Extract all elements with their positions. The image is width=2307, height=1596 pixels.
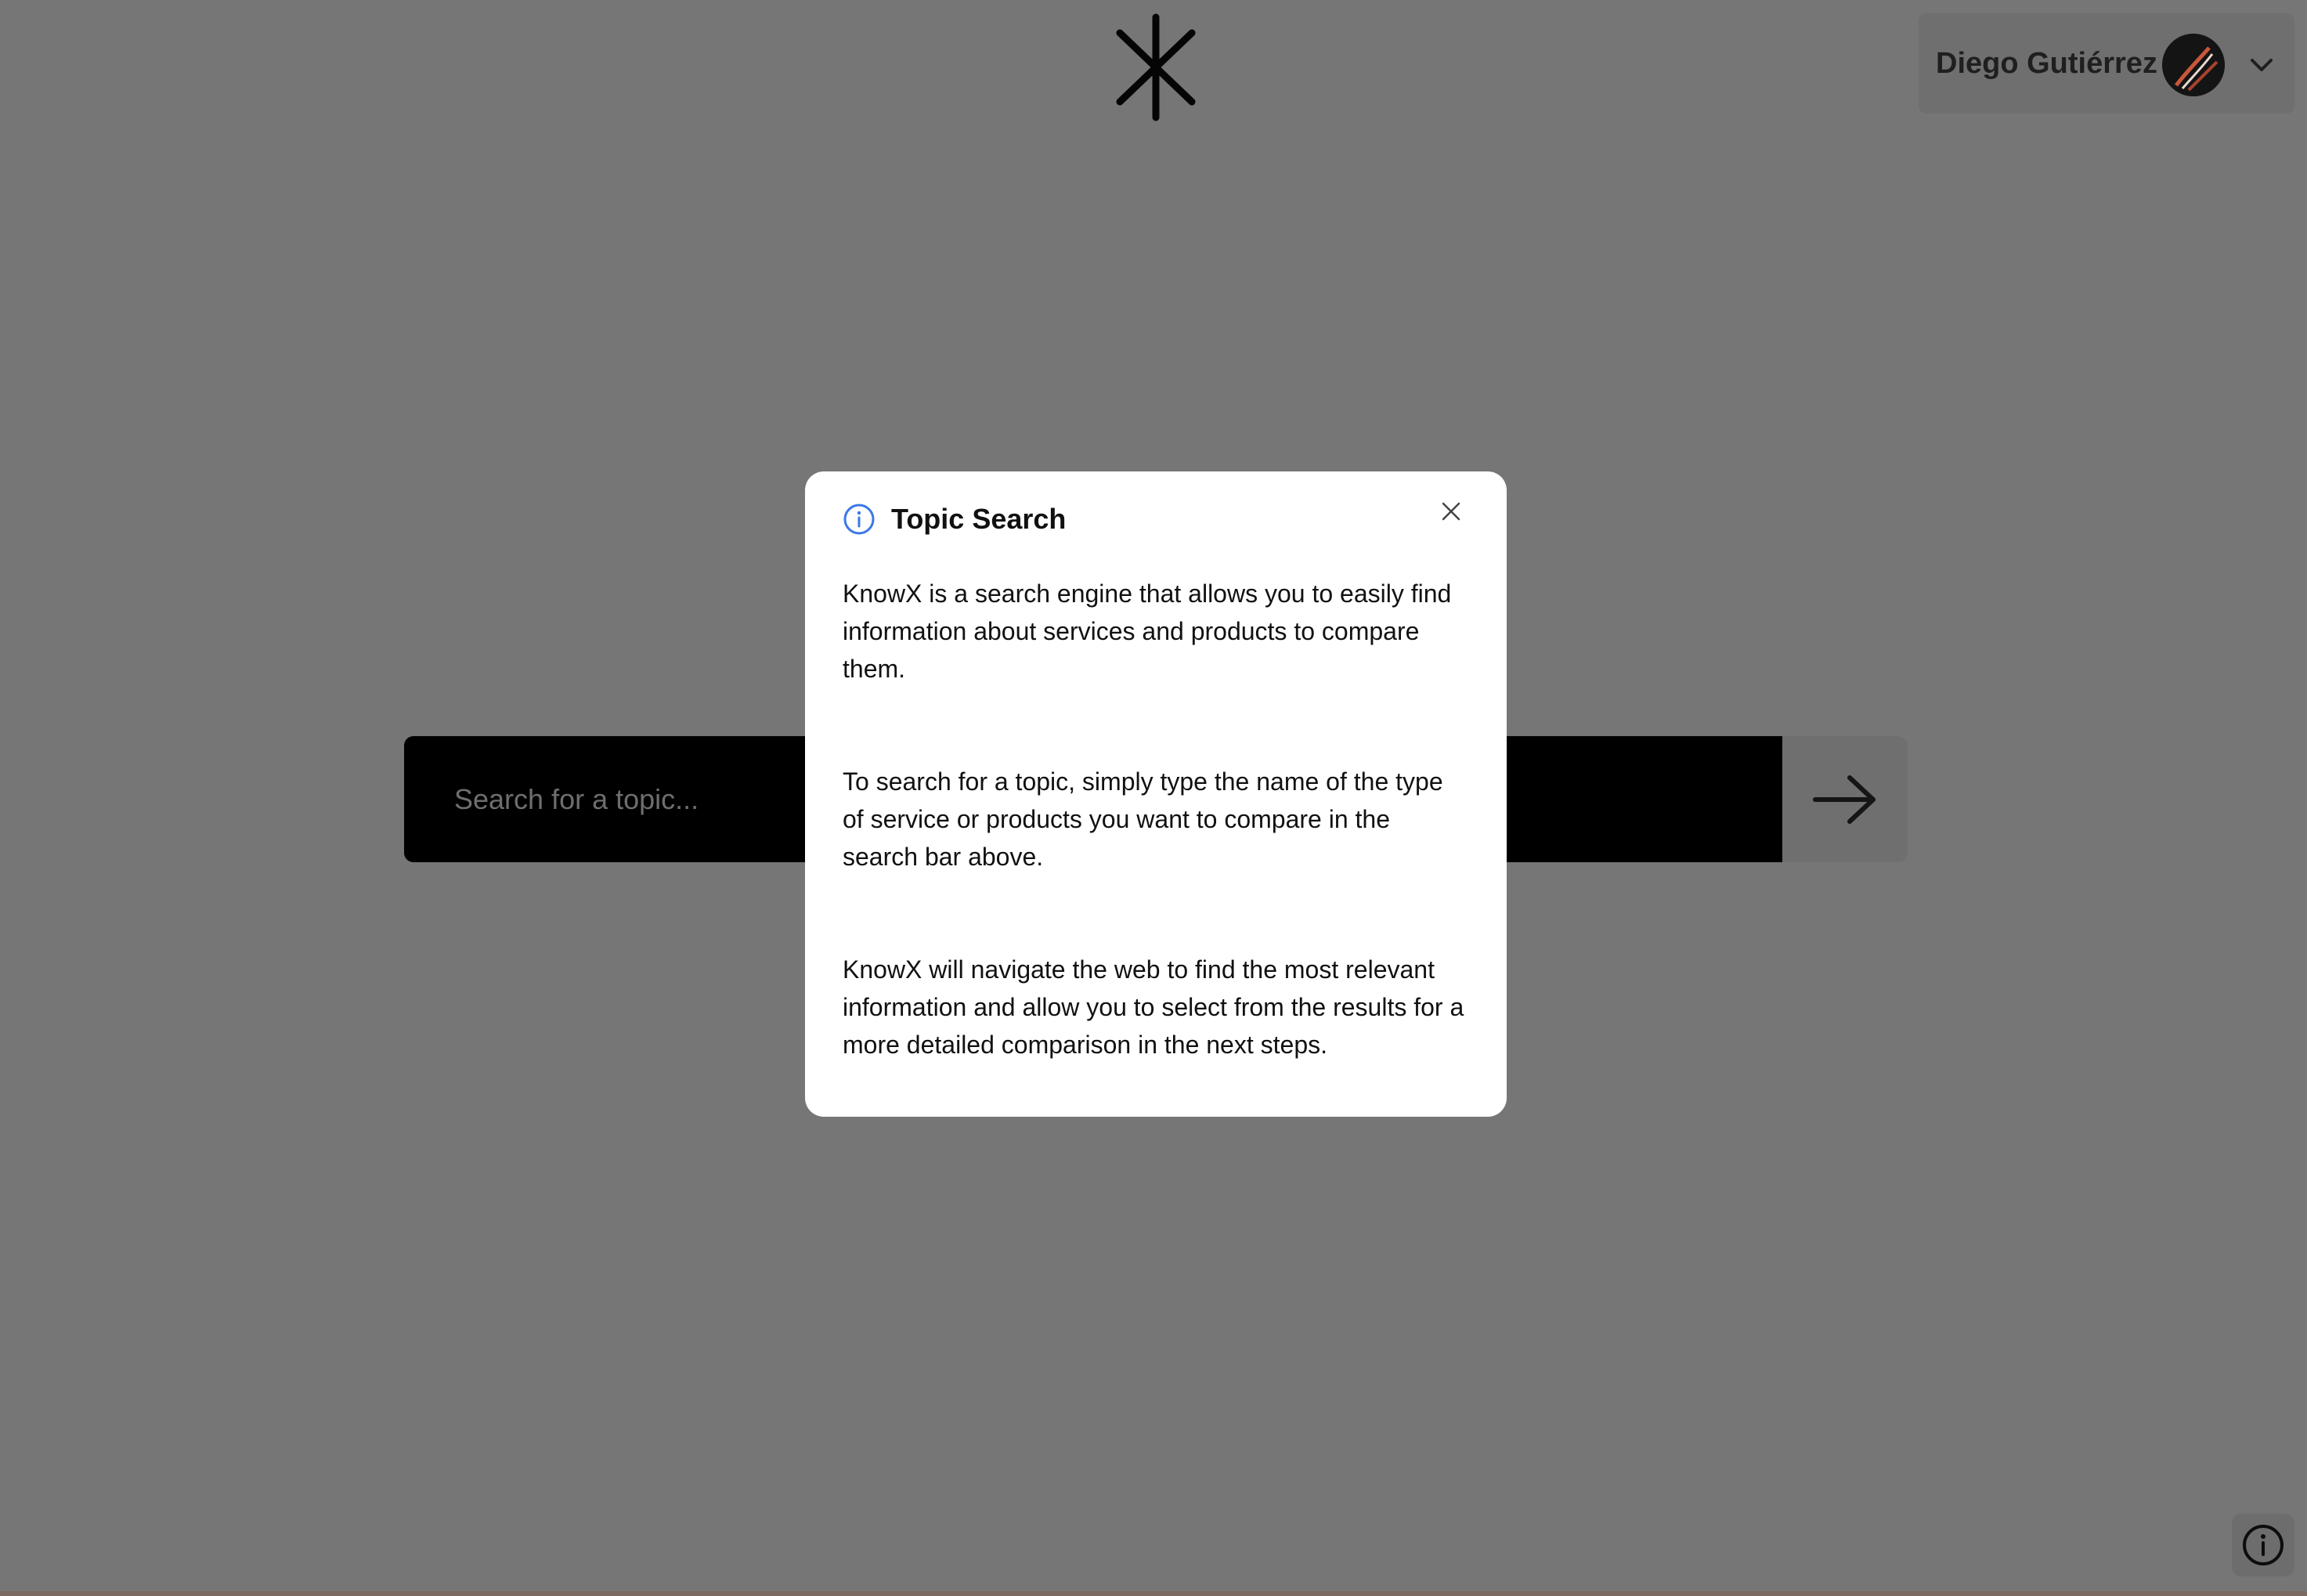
user-menu[interactable]: Diego Gutiérrez (1919, 13, 2294, 114)
topic-search-modal: Topic Search KnowX is a search engine th… (805, 471, 1507, 1117)
modal-title: Topic Search (891, 503, 1067, 535)
help-button[interactable] (2232, 1514, 2294, 1576)
page-bottom-strip (0, 1591, 2307, 1596)
user-name: Diego Gutiérrez (1936, 47, 2157, 80)
arrow-right-icon (1813, 775, 1876, 824)
modal-header: Topic Search (843, 500, 1469, 539)
modal-paragraph: To search for a topic, simply type the n… (843, 767, 1443, 871)
info-icon (2243, 1525, 2284, 1565)
chevron-down-icon[interactable] (2246, 49, 2277, 81)
modal-paragraph: KnowX is a search engine that allows you… (843, 580, 1452, 683)
info-icon (843, 504, 875, 535)
user-avatar[interactable] (2162, 34, 2225, 96)
asterisk-logo-icon[interactable] (1109, 13, 1203, 122)
modal-paragraph: KnowX will navigate the web to find the … (843, 955, 1464, 1059)
search-submit-button[interactable] (1782, 736, 1908, 862)
close-icon[interactable] (1441, 501, 1461, 522)
modal-body: KnowX is a search engine that allows you… (843, 575, 1469, 1063)
